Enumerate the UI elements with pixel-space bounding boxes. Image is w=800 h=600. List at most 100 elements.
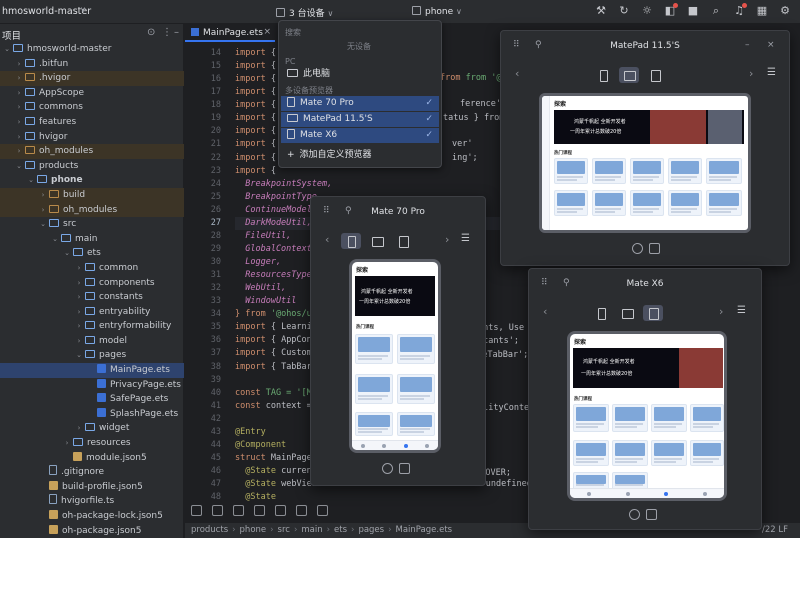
matepad-screen[interactable]: 探索 鸿蒙千帆起 全新开发者 一周年累计总数破20倍 热门课程 xyxy=(539,93,751,233)
chevron-icon[interactable]: › xyxy=(74,305,84,320)
tree-item[interactable]: › features xyxy=(0,115,184,130)
tree-item[interactable]: hvigorfile.ts xyxy=(0,494,184,509)
next-icon[interactable]: › xyxy=(719,305,723,318)
course-card[interactable] xyxy=(651,404,687,432)
device-mate-x6[interactable]: Mate X6 ✓ xyxy=(281,128,439,143)
close-icon[interactable]: × xyxy=(767,40,775,50)
tree-item[interactable]: › AppScope xyxy=(0,86,184,101)
tree-item[interactable]: › entryformability xyxy=(0,319,184,334)
tree-item[interactable]: › oh_modules xyxy=(0,202,184,218)
course-card[interactable] xyxy=(573,404,609,432)
chevron-icon[interactable]: › xyxy=(74,334,84,349)
tree-item[interactable]: ⌄ phone xyxy=(0,173,184,188)
add-custom-previewer[interactable]: + 添加自定义预览器 xyxy=(281,148,439,163)
tree-item[interactable]: ⌄ main xyxy=(0,232,184,247)
tree-item[interactable]: › common xyxy=(0,261,184,276)
device-matepad[interactable]: MatePad 11.5'S ✓ xyxy=(281,112,439,127)
inspect-icon[interactable] xyxy=(646,509,657,520)
database-icon[interactable] xyxy=(212,504,223,516)
debug-icon[interactable]: ☼ xyxy=(640,4,654,18)
chevron-icon[interactable]: ⌄ xyxy=(2,42,12,57)
chevron-icon[interactable]: › xyxy=(74,261,84,276)
tab-dot[interactable] xyxy=(382,443,387,448)
preview-window-matex6[interactable]: ⠿ ⚲ Mate X6 ‹ › ☰ 探索 鸿蒙千帆起 全新开发者 一周年累计总数… xyxy=(528,268,762,530)
chevron-icon[interactable]: › xyxy=(38,203,48,218)
tree-item[interactable]: › hvigor xyxy=(0,130,184,145)
tree-item[interactable]: oh-package.json5 xyxy=(0,524,184,538)
course-card[interactable] xyxy=(690,404,724,432)
close-icon[interactable]: × xyxy=(263,27,271,37)
chevron-icon[interactable]: › xyxy=(74,276,84,291)
phone-mode-button[interactable] xyxy=(591,305,611,321)
run-icon[interactable] xyxy=(191,504,202,516)
course-card[interactable] xyxy=(630,158,664,184)
prev-icon[interactable]: ‹ xyxy=(543,305,547,318)
course-card[interactable] xyxy=(612,440,648,466)
course-card[interactable] xyxy=(630,190,664,216)
tablet-mode-button[interactable] xyxy=(367,233,387,249)
tab-dot[interactable] xyxy=(625,491,630,496)
course-card[interactable] xyxy=(355,334,393,364)
prev-icon[interactable]: ‹ xyxy=(325,233,329,246)
chevron-down-icon[interactable]: ∨ xyxy=(80,5,86,14)
course-card[interactable] xyxy=(355,374,393,404)
notifications-icon[interactable]: ♫ xyxy=(732,3,747,18)
tree-item[interactable]: ⌄ ets xyxy=(0,246,184,261)
tree-item[interactable]: › resources xyxy=(0,436,184,451)
tree-item[interactable]: › commons xyxy=(0,100,184,115)
profiler-icon[interactable]: ◧ xyxy=(663,3,678,18)
tree-item[interactable]: ⌄ src xyxy=(0,217,184,232)
tree-item[interactable]: › oh_modules xyxy=(0,144,184,159)
search-icon[interactable]: ⌕ xyxy=(709,4,723,18)
matex6-screen[interactable]: 探索 鸿蒙千帆起 全新开发者 一周年累计总数破20倍 热门课程 xyxy=(567,331,727,501)
minimize-icon[interactable]: – xyxy=(745,40,750,50)
tree-item[interactable]: › constants xyxy=(0,290,184,305)
settings-icon[interactable]: ⚙ xyxy=(778,4,792,18)
device-this-pc[interactable]: 此电脑 xyxy=(281,67,439,82)
tree-item[interactable]: › .hvigor xyxy=(0,71,184,86)
hammer-icon[interactable]: ⚒ xyxy=(594,4,608,18)
chevron-icon[interactable]: › xyxy=(74,290,84,305)
tab-dot[interactable] xyxy=(702,491,707,496)
course-card[interactable] xyxy=(592,158,626,184)
course-card[interactable] xyxy=(397,412,435,436)
dropdown-search[interactable]: 搜索 xyxy=(279,27,301,38)
course-card[interactable] xyxy=(668,158,702,184)
tree-item[interactable]: › model xyxy=(0,334,184,349)
tree-item[interactable]: SplashPage.ets xyxy=(0,407,184,422)
tree-item[interactable]: › .bitfun xyxy=(0,57,184,72)
course-card[interactable] xyxy=(397,334,435,364)
tree-item[interactable]: MainPage.ets xyxy=(0,363,184,378)
rotate-icon[interactable] xyxy=(382,463,393,474)
course-card[interactable] xyxy=(706,158,742,184)
tab-dot[interactable] xyxy=(425,443,430,448)
course-card[interactable] xyxy=(554,158,588,184)
course-card[interactable] xyxy=(612,404,648,432)
mate70-screen[interactable]: 探索 鸿蒙千帆起 全新开发者 一周年累计总数破20倍 热门课程 xyxy=(349,259,441,453)
breadcrumb-item[interactable]: src xyxy=(278,525,290,535)
chevron-icon[interactable]: ⌄ xyxy=(62,246,72,261)
chevron-icon[interactable]: ⌄ xyxy=(50,232,60,247)
tablet-mode-button[interactable] xyxy=(619,67,639,83)
chevron-icon[interactable]: › xyxy=(14,115,24,130)
breadcrumb-item[interactable]: ets xyxy=(334,525,347,535)
preview-window-mate70[interactable]: ⠿ ⚲ Mate 70 Pro ‹ › ☰ 探索 鸿蒙千帆起 全新开发者 一周年… xyxy=(310,196,486,486)
course-card[interactable] xyxy=(651,440,687,466)
log-icon[interactable] xyxy=(275,504,286,516)
more-icon[interactable]: ⋮ xyxy=(162,27,172,38)
chevron-icon[interactable]: › xyxy=(74,319,84,334)
tree-item[interactable]: module.json5 xyxy=(0,451,184,466)
breadcrumb-item[interactable]: phone xyxy=(240,525,267,535)
device-mate-70-pro[interactable]: Mate 70 Pro ✓ xyxy=(281,96,439,111)
problems-icon[interactable] xyxy=(254,504,265,516)
breadcrumb-item[interactable]: products xyxy=(191,525,228,535)
chevron-icon[interactable]: ⌄ xyxy=(26,173,36,188)
tree-item[interactable]: oh-package-lock.json5 xyxy=(0,509,184,524)
tree-item[interactable]: › build xyxy=(0,187,184,203)
tab-dot[interactable] xyxy=(664,491,669,496)
run-target-selector[interactable]: phone ∨ xyxy=(412,6,462,17)
chevron-icon[interactable]: › xyxy=(14,86,24,101)
device-selector[interactable]: 3 台设备 ∨ xyxy=(276,6,333,19)
cursor-position[interactable]: /22 LF xyxy=(762,523,788,538)
profiler-tool-icon[interactable] xyxy=(296,504,307,516)
